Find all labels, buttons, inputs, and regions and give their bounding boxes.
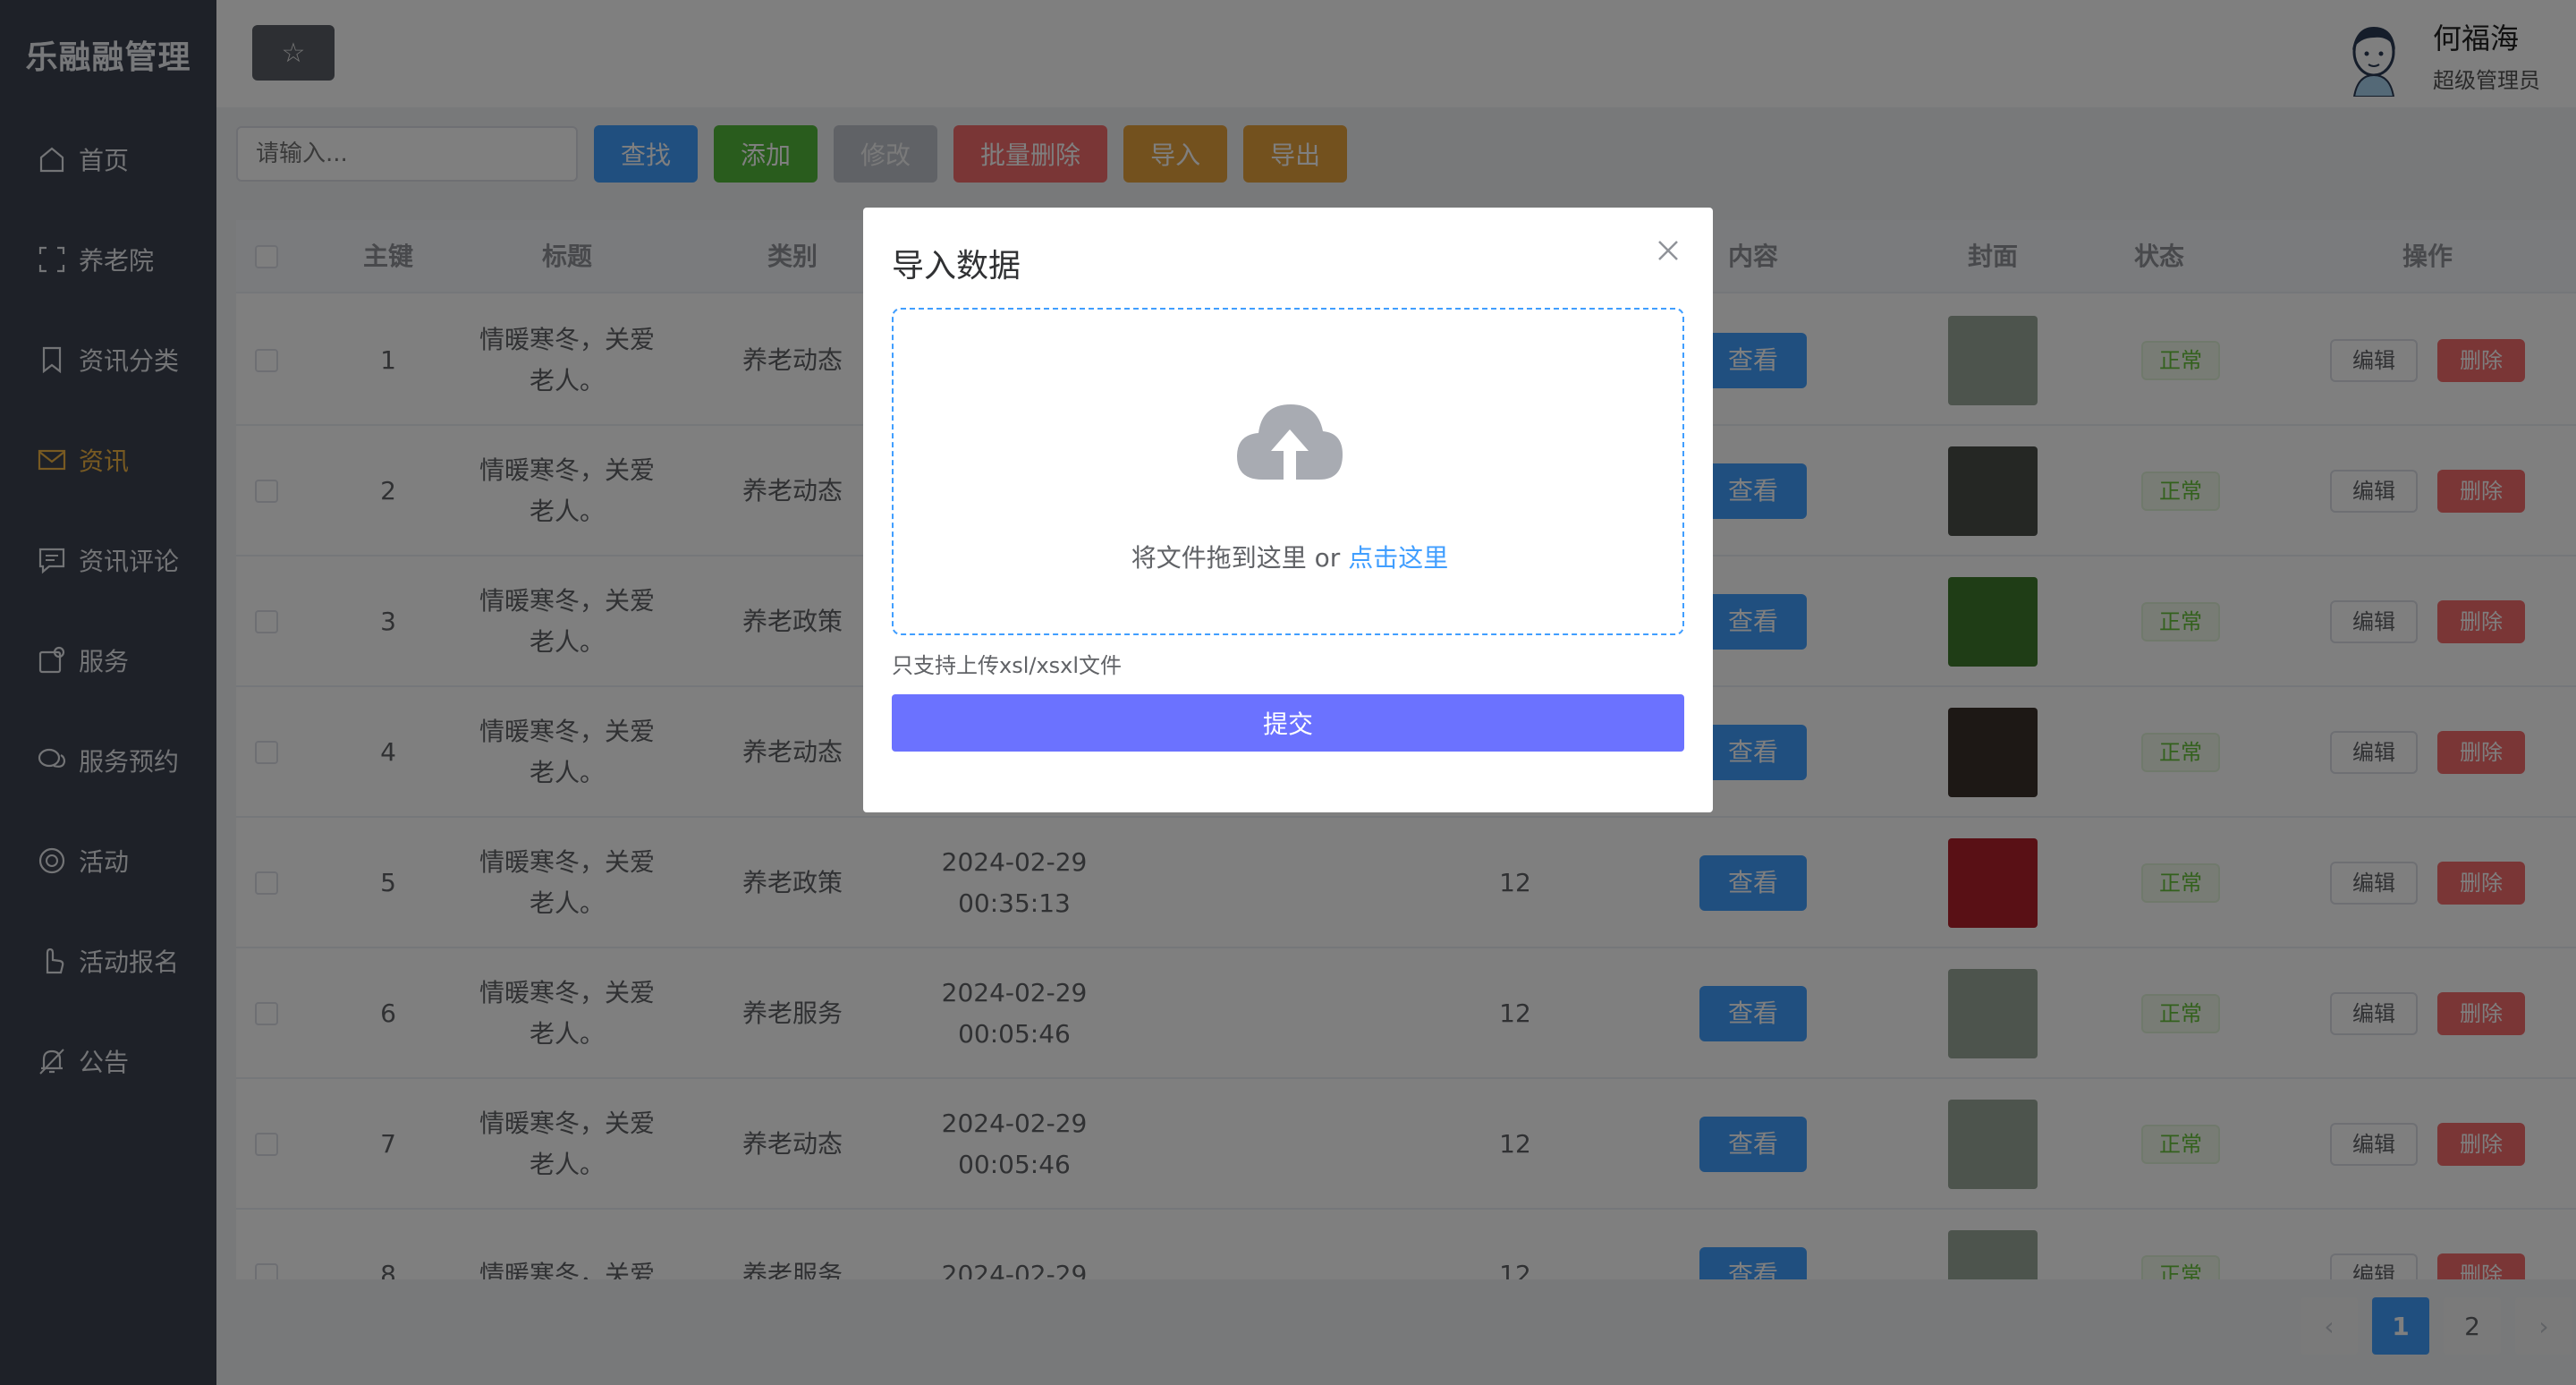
upload-tip: 只支持上传xsl/xsxl文件 [892,653,1123,678]
drop-text: 将文件拖到这里 or [1131,543,1349,573]
dialog-title: 导入数据 [892,248,1021,285]
file-drop-zone[interactable]: 将文件拖到这里 or 点击这里 [892,308,1684,635]
import-dialog: 导入数据 将文件拖到这里 or 点击这里 只支持上传xsl/xsxl文件 提交 [863,208,1713,812]
submit-button[interactable]: 提交 [892,694,1684,752]
drop-instructions: 将文件拖到这里 or 点击这里 [894,539,1686,574]
close-icon[interactable] [1650,233,1686,268]
cloud-upload-icon [1237,404,1343,480]
click-here-link[interactable]: 点击这里 [1348,543,1448,573]
